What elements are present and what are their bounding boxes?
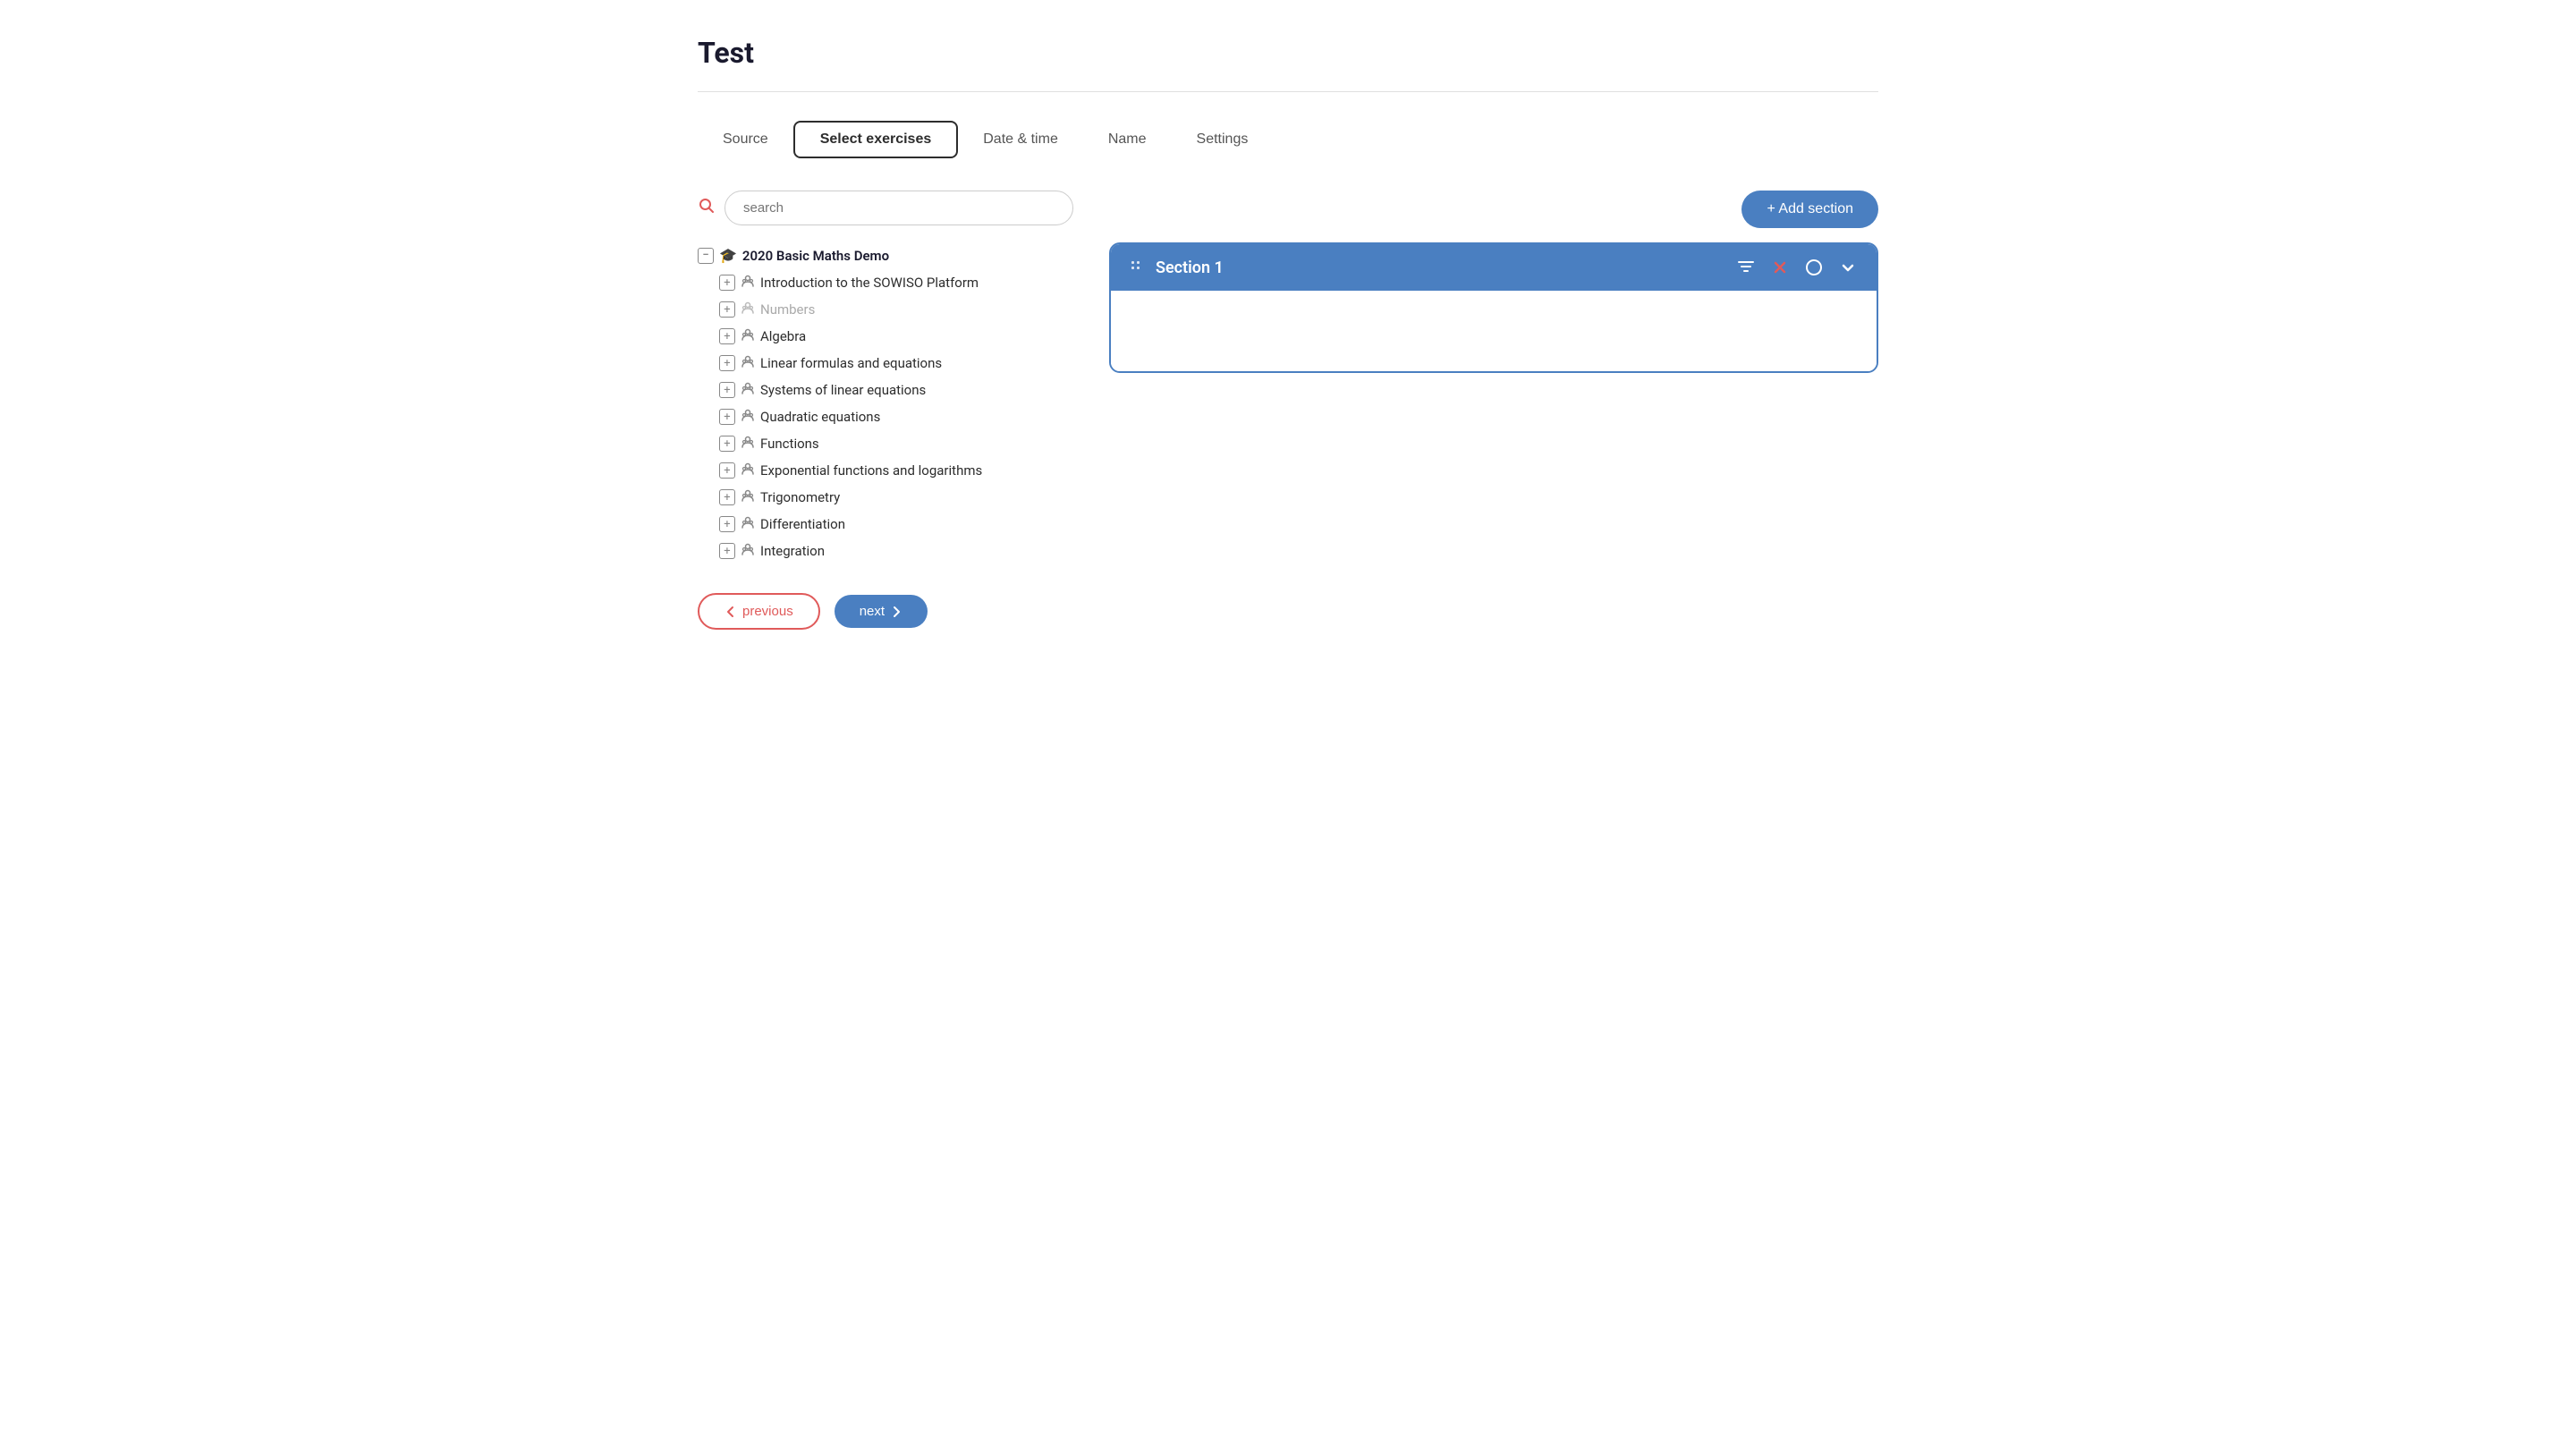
content-area: − 🎓 2020 Basic Maths Demo + — [698, 191, 1878, 564]
expand-numbers-icon[interactable]: + — [719, 301, 735, 318]
chevron-right-icon — [890, 606, 902, 618]
topic-icon-trig — [741, 488, 755, 506]
tree-item-functions[interactable]: + Functions — [719, 430, 1073, 457]
expand-integration-icon[interactable]: + — [719, 543, 735, 559]
tab-settings[interactable]: Settings — [1172, 123, 1274, 157]
tree-item-functions-label: Functions — [760, 436, 819, 452]
next-label: next — [860, 604, 885, 619]
expand-linear-icon[interactable]: + — [719, 355, 735, 371]
tree-item-algebra-label: Algebra — [760, 328, 806, 344]
tree-item-diff-label: Differentiation — [760, 516, 845, 532]
expand-systems-icon[interactable]: + — [719, 382, 735, 398]
footer-buttons: previous next — [698, 593, 1878, 630]
expand-trig-icon[interactable]: + — [719, 489, 735, 505]
tree-item-intro[interactable]: + Introduction to the SOWISO Platform — [719, 269, 1073, 296]
drag-handle-icon[interactable] — [1129, 258, 1145, 278]
topic-icon-systems — [741, 381, 755, 399]
previous-label: previous — [742, 604, 793, 619]
topic-icon-numbers — [741, 301, 755, 318]
topic-icon-algebra — [741, 327, 755, 345]
filter-icon — [1737, 258, 1755, 276]
tree-item-quadratic-label: Quadratic equations — [760, 409, 880, 425]
tree-item-trig[interactable]: + Trigonometry — [719, 484, 1073, 511]
section-actions — [1735, 257, 1859, 278]
circle-icon — [1805, 258, 1823, 276]
chevron-left-icon — [724, 606, 737, 618]
topic-icon-integration — [741, 542, 755, 560]
tree-root-row: − 🎓 2020 Basic Maths Demo — [698, 243, 1073, 267]
topic-icon-exponential — [741, 462, 755, 479]
circle-section-button[interactable] — [1803, 257, 1825, 278]
section-title: Section 1 — [1156, 258, 1724, 277]
section-body — [1111, 291, 1877, 371]
tabs-container: Source Select exercises Date & time Name… — [698, 121, 1878, 158]
search-container — [698, 191, 1073, 225]
page-title: Test — [698, 36, 1878, 70]
chevron-down-section-button[interactable] — [1837, 257, 1859, 278]
tree-item-exponential[interactable]: + Exponential functions and logarithms — [719, 457, 1073, 484]
collapse-root-icon[interactable]: − — [698, 248, 714, 264]
tree-item-linear-label: Linear formulas and equations — [760, 355, 942, 371]
next-button[interactable]: next — [835, 595, 928, 628]
expand-algebra-icon[interactable]: + — [719, 328, 735, 344]
delete-icon — [1771, 258, 1789, 276]
tab-select-exercises[interactable]: Select exercises — [793, 121, 959, 158]
topic-icon-intro — [741, 274, 755, 292]
search-input[interactable] — [724, 191, 1073, 225]
tree-item-numbers: + Numbers — [719, 296, 1073, 323]
expand-diff-icon[interactable]: + — [719, 516, 735, 532]
section-header: Section 1 — [1111, 244, 1877, 291]
filter-section-button[interactable] — [1735, 257, 1757, 278]
tree-item-exponential-label: Exponential functions and logarithms — [760, 462, 982, 479]
tab-name[interactable]: Name — [1083, 123, 1172, 157]
tree-root: − 🎓 2020 Basic Maths Demo + — [698, 243, 1073, 564]
topic-icon-functions — [741, 435, 755, 453]
page-divider — [698, 91, 1878, 92]
tree-item-diff[interactable]: + Differentiation — [719, 511, 1073, 538]
topic-icon-quadratic — [741, 408, 755, 426]
tab-source[interactable]: Source — [698, 123, 793, 157]
tree-item-numbers-label: Numbers — [760, 301, 815, 318]
previous-button[interactable]: previous — [698, 593, 820, 630]
tree-item-trig-label: Trigonometry — [760, 489, 840, 505]
add-section-button[interactable]: + Add section — [1741, 191, 1878, 228]
tree-children: + Introduction to the SOWISO Platform — [698, 269, 1073, 564]
right-panel: + Add section Section 1 — [1109, 191, 1878, 373]
tree-item-algebra[interactable]: + Algebra — [719, 323, 1073, 350]
tree-item-intro-label: Introduction to the SOWISO Platform — [760, 275, 979, 291]
expand-functions-icon[interactable]: + — [719, 436, 735, 452]
expand-exponential-icon[interactable]: + — [719, 462, 735, 479]
topic-tree: − 🎓 2020 Basic Maths Demo + — [698, 243, 1073, 564]
section-card: Section 1 — [1109, 242, 1878, 373]
delete-section-button[interactable] — [1769, 257, 1791, 278]
graduation-icon: 🎓 — [719, 247, 737, 264]
chevron-down-icon — [1839, 258, 1857, 276]
tab-date-time[interactable]: Date & time — [958, 123, 1083, 157]
expand-quadratic-icon[interactable]: + — [719, 409, 735, 425]
search-icon — [698, 197, 716, 219]
topic-icon-linear — [741, 354, 755, 372]
tree-item-integration[interactable]: + Integration — [719, 538, 1073, 564]
tree-item-linear[interactable]: + Linear formulas and equations — [719, 350, 1073, 377]
topic-icon-diff — [741, 515, 755, 533]
tree-item-quadratic[interactable]: + Quadratic equations — [719, 403, 1073, 430]
left-panel: − 🎓 2020 Basic Maths Demo + — [698, 191, 1073, 564]
tree-item-integration-label: Integration — [760, 543, 825, 559]
tree-root-label: 2020 Basic Maths Demo — [742, 248, 889, 264]
expand-intro-icon[interactable]: + — [719, 275, 735, 291]
tree-item-systems[interactable]: + Systems of linear equations — [719, 377, 1073, 403]
tree-item-systems-label: Systems of linear equations — [760, 382, 926, 398]
